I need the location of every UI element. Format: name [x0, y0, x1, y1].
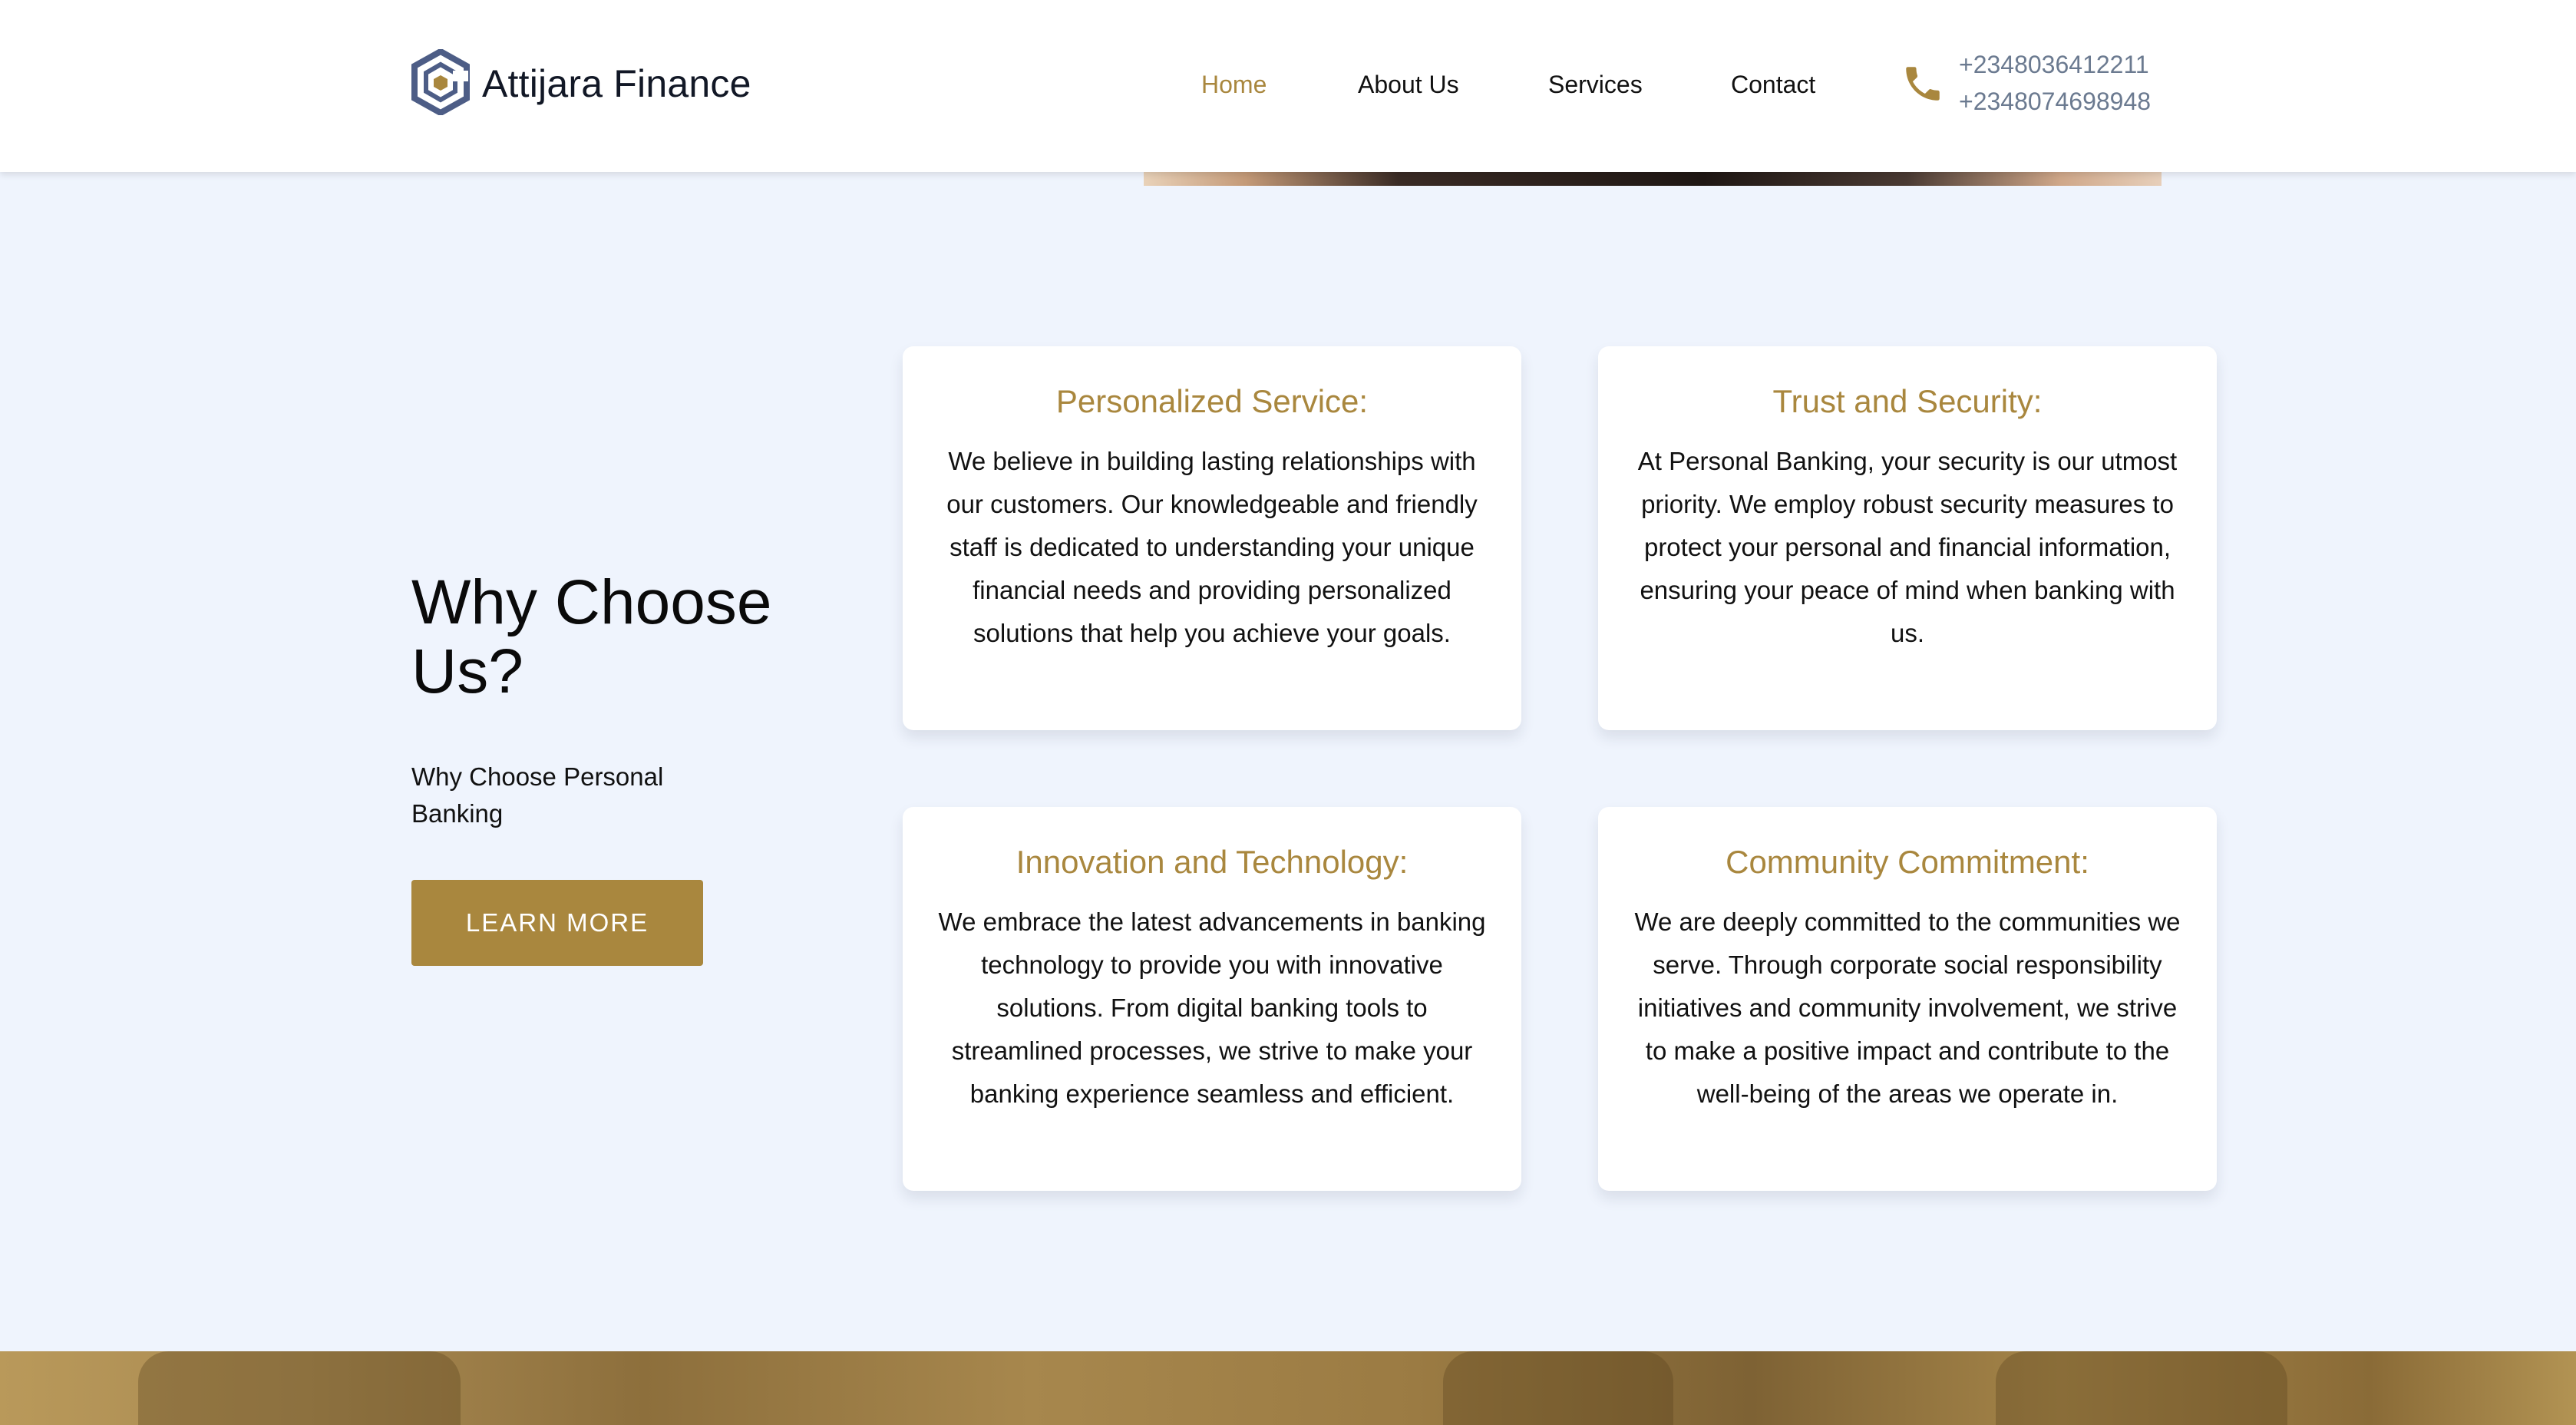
- bottom-banner-image: [0, 1351, 2576, 1425]
- phone-number-1[interactable]: +2348036412211: [1959, 51, 2149, 79]
- hero-image-strip: [1144, 172, 2162, 186]
- site-header: Attijara Finance Home About Us Services …: [0, 0, 2576, 172]
- phone-number-2[interactable]: +2348074698948: [1959, 88, 2151, 116]
- section-subtitle: Why Choose Personal Banking: [411, 762, 664, 828]
- feature-card-community-commitment: Community Commitment: We are deeply comm…: [1598, 807, 2217, 1191]
- nav-contact[interactable]: Contact: [1731, 71, 1815, 99]
- nav-services[interactable]: Services: [1548, 71, 1643, 99]
- nav-home[interactable]: Home: [1201, 71, 1267, 99]
- phone-icon: [1906, 67, 1940, 101]
- feature-card-trust-security: Trust and Security: At Personal Banking,…: [1598, 346, 2217, 730]
- feature-card-innovation-technology: Innovation and Technology: We embrace th…: [903, 807, 1521, 1191]
- hexagon-logo-icon[interactable]: [411, 49, 470, 115]
- brand-name[interactable]: Attijara Finance: [482, 61, 751, 106]
- feature-card-personalized-service: Personalized Service: We believe in buil…: [903, 346, 1521, 730]
- card-body: At Personal Banking, your security is ou…: [1637, 447, 2178, 647]
- card-title: Innovation and Technology:: [1016, 844, 1409, 880]
- card-body: We are deeply committed to the communiti…: [1634, 908, 2181, 1108]
- card-title: Personalized Service:: [1055, 383, 1369, 419]
- card-body: We embrace the latest advancements in ba…: [938, 908, 1486, 1108]
- card-title: Trust and Security:: [1772, 383, 2043, 419]
- card-title: Community Commitment:: [1726, 844, 2089, 880]
- section-title: Why Choose Us?: [411, 567, 772, 706]
- card-body: We believe in building lasting relations…: [946, 447, 1478, 647]
- nav-about-us[interactable]: About Us: [1358, 71, 1459, 99]
- learn-more-button[interactable]: LEARN MORE: [411, 880, 703, 966]
